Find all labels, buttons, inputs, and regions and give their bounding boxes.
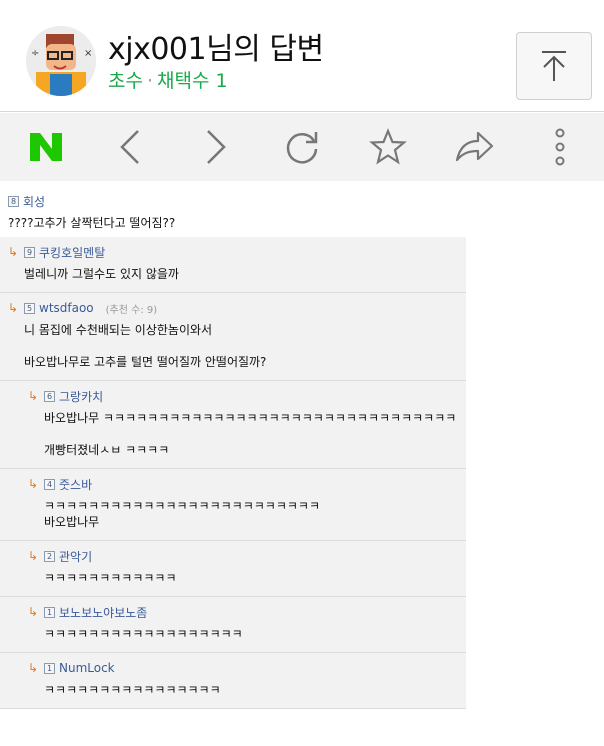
- reply-arrow-icon: ↳: [28, 661, 39, 675]
- answer-header: ÷ × xjx001님의 답변 초수 · 채택수 1: [0, 0, 604, 112]
- user-avatar[interactable]: ÷ ×: [26, 26, 96, 96]
- reply-line: ㅋㅋㅋㅋㅋㅋㅋㅋㅋㅋㅋㅋㅋㅋㅋㅋㅋㅋ: [44, 627, 243, 641]
- reply-text: ㅋㅋㅋㅋㅋㅋㅋㅋㅋㅋㅋㅋㅋㅋㅋㅋ: [28, 682, 458, 698]
- reply-text: 바오밥나무 ㅋㅋㅋㅋㅋㅋㅋㅋㅋㅋㅋㅋㅋㅋㅋㅋㅋㅋㅋㅋㅋㅋㅋㅋㅋㅋㅋㅋㅋㅋㅋㅋ 개빵…: [28, 410, 458, 458]
- reply-line: 개빵터졌네ㅅㅂ ㅋㅋㅋㅋ: [44, 443, 170, 457]
- reply-line: 바오밥나무로 고추를 털면 떨어질까 안떨어질까?: [24, 355, 267, 369]
- reply-text: ㅋㅋㅋㅋㅋㅋㅋㅋㅋㅋㅋㅋㅋㅋㅋㅋㅋㅋ: [28, 626, 458, 642]
- reply-line: ㅋㅋㅋㅋㅋㅋㅋㅋㅋㅋㅋㅋㅋㅋㅋㅋ: [44, 683, 221, 697]
- reply-line: ㅋㅋㅋㅋㅋㅋㅋㅋㅋㅋㅋㅋ: [44, 571, 177, 585]
- level-badge: 2: [44, 550, 55, 562]
- reply-item: ↳ 1 보노보노야보노좀 ㅋㅋㅋㅋㅋㅋㅋㅋㅋㅋㅋㅋㅋㅋㅋㅋㅋㅋ: [0, 597, 466, 653]
- reply-arrow-icon: ↳: [28, 549, 39, 563]
- reply-line: [44, 426, 458, 442]
- reply-author[interactable]: wtsdfaoo: [39, 301, 94, 315]
- browser-toolbar: [0, 113, 604, 181]
- comment-author[interactable]: 회성: [23, 193, 45, 210]
- reply-line: 니 몸집에 수천배되는 이상한놈이와서: [24, 323, 213, 337]
- page-title: xjx001님의 답변: [108, 32, 324, 67]
- recommend-count: (추천 수: 9): [105, 304, 158, 316]
- reply-item: ↳ 4 줏스바 ㅋㅋㅋㅋㅋㅋㅋㅋㅋㅋㅋㅋㅋㅋㅋㅋㅋㅋㅋㅋㅋㅋㅋㅋㅋ 바오밥나무: [0, 469, 466, 541]
- reply-author[interactable]: 줏스바: [59, 476, 92, 493]
- reply-line: [24, 338, 458, 354]
- level-badge: 9: [24, 246, 35, 258]
- level-badge: 4: [44, 478, 55, 490]
- user-grade: 초수: [108, 70, 143, 92]
- reply-author[interactable]: 보노보노야보노좀: [59, 604, 147, 621]
- reply-arrow-icon: ↳: [28, 389, 39, 403]
- more-icon[interactable]: [540, 127, 580, 167]
- reply-text: 벌레니까 그럴수도 있지 않을까: [8, 266, 458, 282]
- reply-arrow-icon: ↳: [8, 301, 19, 315]
- comment-thread: 8 회성 ????고추가 살짝턴다고 떨어짐?? ↳ 9 쿠킹호일멘탈벌레니까 그럴…: [0, 181, 604, 709]
- reply-arrow-icon: ↳: [28, 477, 39, 491]
- reply-item: ↳ 6 그랑카치바오밥나무 ㅋㅋㅋㅋㅋㅋㅋㅋㅋㅋㅋㅋㅋㅋㅋㅋㅋㅋㅋㅋㅋㅋㅋㅋㅋㅋㅋㅋ…: [0, 381, 466, 469]
- forward-icon[interactable]: [196, 127, 236, 167]
- reply-line: 벌레니까 그럴수도 있지 않을까: [24, 267, 179, 281]
- svg-text:×: ×: [84, 48, 92, 59]
- level-badge: 1: [44, 606, 55, 618]
- reply-author[interactable]: NumLock: [59, 661, 115, 675]
- reply-author[interactable]: 쿠킹호일멘탈: [39, 244, 105, 261]
- reply-author[interactable]: 그랑카치: [59, 388, 103, 405]
- reply-item: ↳ 9 쿠킹호일멘탈벌레니까 그럴수도 있지 않을까: [0, 237, 466, 293]
- reply-line: 바오밥나무 ㅋㅋㅋㅋㅋㅋㅋㅋㅋㅋㅋㅋㅋㅋㅋㅋㅋㅋㅋㅋㅋㅋㅋㅋㅋㅋㅋㅋㅋㅋㅋㅋ: [44, 411, 457, 425]
- adopt-label: 채택수: [157, 70, 210, 92]
- naver-logo-icon[interactable]: [26, 127, 66, 167]
- reply-item: ↳ 1 NumLock ㅋㅋㅋㅋㅋㅋㅋㅋㅋㅋㅋㅋㅋㅋㅋㅋ: [0, 653, 466, 709]
- reply-list: ↳ 9 쿠킹호일멘탈벌레니까 그럴수도 있지 않을까 ↳ 5 wtsdfaoo (추천 수:…: [0, 237, 604, 709]
- reply-arrow-icon: ↳: [28, 605, 39, 619]
- user-stats: 초수 · 채택수 1: [108, 66, 228, 93]
- separator: ·: [146, 70, 154, 92]
- reply-line: ㅋㅋㅋㅋㅋㅋㅋㅋㅋㅋㅋㅋㅋㅋㅋㅋㅋㅋㅋㅋㅋㅋㅋㅋㅋ: [44, 499, 321, 513]
- reply-line: 바오밥나무: [44, 515, 100, 529]
- back-icon[interactable]: [110, 127, 150, 167]
- reply-text: ㅋㅋㅋㅋㅋㅋㅋㅋㅋㅋㅋㅋ: [28, 570, 458, 586]
- svg-text:÷: ÷: [31, 48, 39, 59]
- root-comment: 8 회성 ????고추가 살짝턴다고 떨어짐??: [0, 181, 604, 237]
- refresh-icon[interactable]: [282, 127, 322, 167]
- share-icon[interactable]: [454, 127, 494, 167]
- scroll-top-button[interactable]: [516, 32, 592, 100]
- level-badge: 6: [44, 390, 55, 402]
- reply-item: ↳ 2 관악기 ㅋㅋㅋㅋㅋㅋㅋㅋㅋㅋㅋㅋ: [0, 541, 466, 597]
- reply-text: ㅋㅋㅋㅋㅋㅋㅋㅋㅋㅋㅋㅋㅋㅋㅋㅋㅋㅋㅋㅋㅋㅋㅋㅋㅋ 바오밥나무: [28, 498, 458, 530]
- reply-arrow-icon: ↳: [8, 245, 19, 259]
- reply-author[interactable]: 관악기: [59, 548, 92, 565]
- adopt-count: 1: [215, 70, 228, 92]
- level-badge: 5: [24, 302, 35, 314]
- reply-text: 니 몸집에 수천배되는 이상한놈이와서바오밥나무로 고추를 털면 떨어질까 안떨…: [8, 322, 458, 370]
- comment-text: ????고추가 살짝턴다고 떨어짐??: [8, 216, 176, 230]
- reply-item: ↳ 5 wtsdfaoo (추천 수: 9) 니 몸집에 수천배되는 이상한놈이와서바오…: [0, 293, 466, 381]
- level-badge: 1: [44, 662, 55, 674]
- arrow-up-icon: [542, 51, 566, 81]
- star-icon[interactable]: [368, 127, 408, 167]
- level-badge: 8: [8, 195, 19, 207]
